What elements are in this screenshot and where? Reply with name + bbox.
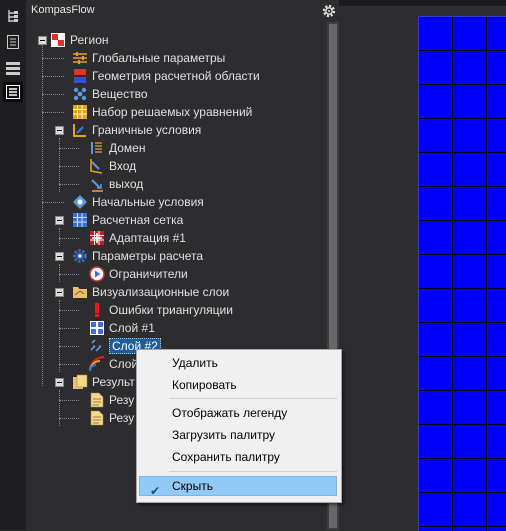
visualization-canvas[interactable]	[418, 16, 506, 531]
tree-item-limiters[interactable]: Ограничители	[89, 265, 188, 283]
settings-gear-icon	[72, 248, 88, 264]
gear-icon[interactable]	[321, 3, 337, 19]
diamond-icon	[72, 194, 88, 210]
boundary-icon	[72, 122, 88, 138]
panel-header: KompasFlow	[26, 0, 339, 22]
viewport-panel	[339, 0, 506, 531]
tree-item-triangulation-errors[interactable]: Ошибки триангуляции	[89, 301, 233, 319]
collapse-icon[interactable]	[55, 126, 64, 135]
exclamation-icon	[89, 302, 105, 318]
document-list-icon[interactable]	[3, 82, 23, 102]
tree-item-vis-layers[interactable]: Визуализационные слои	[72, 283, 229, 301]
viewport-toolbar	[339, 0, 506, 6]
tree-item-outlet[interactable]: выход	[89, 175, 143, 193]
menu-item-delete[interactable]: Удалить	[139, 353, 337, 373]
menu-separator	[169, 398, 337, 399]
adaptation-icon	[89, 230, 105, 246]
tree-item-substance[interactable]: Вещество	[72, 85, 148, 103]
collapse-icon[interactable]	[38, 36, 47, 45]
tree-item-geometry[interactable]: Геометрия расчетной области	[72, 67, 260, 85]
menu-item-copy[interactable]: Копировать	[139, 375, 337, 395]
domain-icon	[89, 140, 105, 156]
collapse-icon[interactable]	[55, 252, 64, 261]
tree-item-region[interactable]: Регион	[50, 31, 109, 49]
tree-item-domain[interactable]: Домен	[89, 139, 146, 157]
vector-field-icon	[89, 338, 105, 354]
grid-table-icon	[72, 104, 88, 120]
geometry-icon	[72, 68, 88, 84]
document-icon	[89, 392, 105, 408]
results-icon	[72, 374, 88, 390]
limiter-icon	[89, 266, 105, 282]
molecule-icon	[72, 86, 88, 102]
tree-item-adaptation-1[interactable]: Адаптация #1	[89, 229, 186, 247]
tree-item-initial-conditions[interactable]: Начальные условия	[72, 193, 204, 211]
tree-item-results[interactable]: Результ	[72, 373, 135, 391]
checkmark-icon: ✔	[150, 484, 161, 498]
region-icon	[50, 32, 66, 48]
tree-item-inlet[interactable]: Вход	[89, 157, 136, 175]
outlet-icon	[89, 176, 105, 192]
folder-icon	[72, 284, 88, 300]
menu-item-save-palette[interactable]: Сохранить палитру	[139, 447, 337, 467]
menu-separator	[169, 471, 337, 472]
properties-icon[interactable]	[3, 32, 23, 52]
tree-item-result-2[interactable]: Резу	[89, 409, 134, 427]
collapse-icon[interactable]	[55, 216, 64, 225]
context-menu: Удалить Копировать Отображать легенду За…	[136, 349, 342, 503]
layers-icon[interactable]	[3, 58, 23, 78]
tree-item-layer-3[interactable]: Слой	[89, 355, 138, 373]
tree-view-icon[interactable]	[3, 6, 23, 26]
panel-title: KompasFlow	[31, 4, 95, 16]
tree-item-equations[interactable]: Набор решаемых уравнений	[72, 103, 252, 121]
tree-item-global-params[interactable]: Глобальные параметры	[72, 49, 225, 67]
tree-item-calc-params[interactable]: Параметры расчета	[72, 247, 203, 265]
menu-item-load-palette[interactable]: Загрузить палитру	[139, 425, 337, 445]
vertical-toolbar	[0, 0, 26, 530]
mesh-icon	[72, 212, 88, 228]
tree-item-result-1[interactable]: Резу	[89, 391, 134, 409]
layer-grid-icon	[89, 320, 105, 336]
collapse-icon[interactable]	[55, 378, 64, 387]
tree-item-layer-1[interactable]: Слой #1	[89, 319, 155, 337]
tree-item-boundary-conditions[interactable]: Граничные условия	[72, 121, 201, 139]
menu-item-hide[interactable]: ✔ Скрыть	[139, 476, 337, 498]
sliders-icon	[72, 50, 88, 66]
tree-item-mesh[interactable]: Расчетная сетка	[72, 211, 183, 229]
document-icon	[89, 410, 105, 426]
collapse-icon[interactable]	[55, 288, 64, 297]
contour-icon	[89, 356, 105, 372]
menu-item-show-legend[interactable]: Отображать легенду	[139, 403, 337, 423]
inlet-icon	[89, 158, 105, 174]
